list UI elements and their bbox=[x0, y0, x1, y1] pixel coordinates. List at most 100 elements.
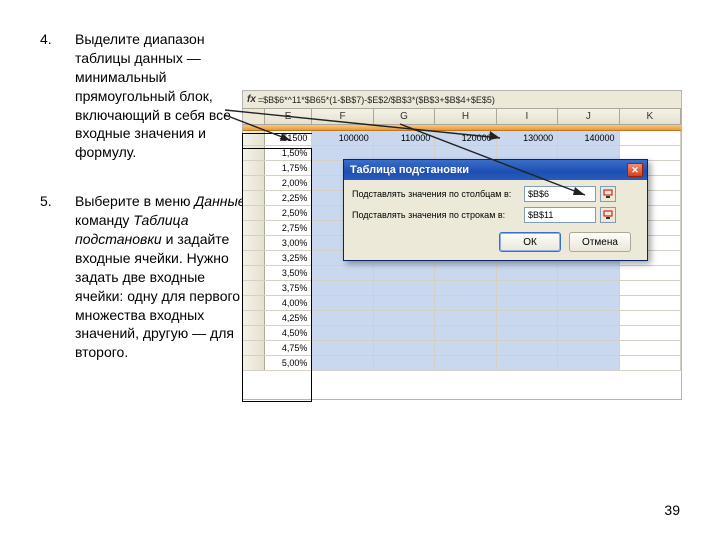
fx-icon[interactable]: fx bbox=[247, 94, 256, 105]
cell[interactable] bbox=[435, 266, 496, 280]
col-header-K[interactable]: K bbox=[620, 109, 681, 124]
instruction-4-text: Выделите диапазон таблицы данных — миним… bbox=[75, 30, 255, 162]
dialog-titlebar[interactable]: Таблица подстановки ✕ bbox=[344, 160, 647, 180]
label-rows: Подставлять значения по строкам в: bbox=[352, 210, 520, 220]
cell[interactable] bbox=[435, 296, 496, 310]
input-rows[interactable]: $B$11 bbox=[524, 207, 596, 223]
cell[interactable] bbox=[374, 356, 435, 370]
instruction-5: 5. Выберите в меню Данные команду Таблиц… bbox=[40, 192, 255, 362]
cell[interactable]: 3,50% bbox=[265, 266, 313, 280]
menu-name: Данные bbox=[194, 193, 245, 209]
cell[interactable] bbox=[620, 311, 681, 325]
instructions-block: 4. Выделите диапазон таблицы данных — ми… bbox=[40, 30, 255, 392]
range-picker-icon[interactable] bbox=[600, 186, 616, 202]
cell[interactable] bbox=[374, 311, 435, 325]
cell[interactable]: 5,00% bbox=[265, 356, 313, 370]
col-header-J[interactable]: J bbox=[558, 109, 619, 124]
cell[interactable] bbox=[312, 296, 373, 310]
cell[interactable]: 100000 bbox=[312, 131, 373, 145]
cell[interactable] bbox=[374, 146, 435, 160]
cell[interactable] bbox=[312, 281, 373, 295]
cell[interactable]: 2,00% bbox=[265, 176, 313, 190]
cell[interactable] bbox=[558, 341, 619, 355]
dialog-row-rows: Подставлять значения по строкам в: $B$11 bbox=[352, 207, 639, 223]
cell[interactable] bbox=[620, 281, 681, 295]
cell[interactable] bbox=[497, 266, 558, 280]
cell[interactable] bbox=[497, 341, 558, 355]
cell[interactable] bbox=[558, 281, 619, 295]
cell[interactable] bbox=[312, 311, 373, 325]
cell[interactable] bbox=[620, 356, 681, 370]
col-header-G[interactable]: G bbox=[374, 109, 435, 124]
cell[interactable]: 4,00% bbox=[265, 296, 313, 310]
cell[interactable] bbox=[620, 131, 681, 145]
cell[interactable]: 2,75% bbox=[265, 221, 313, 235]
cell[interactable]: 3,00% bbox=[265, 236, 313, 250]
cell[interactable]: 1,75% bbox=[265, 161, 313, 175]
cancel-button[interactable]: Отмена bbox=[569, 232, 631, 252]
cell[interactable] bbox=[620, 326, 681, 340]
cell[interactable] bbox=[497, 326, 558, 340]
col-header-H[interactable]: H bbox=[435, 109, 496, 124]
col-header-I[interactable]: I bbox=[497, 109, 558, 124]
cell[interactable]: 2,25% bbox=[265, 191, 313, 205]
cell[interactable]: 130000 bbox=[497, 131, 558, 145]
dialog-title-text: Таблица подстановки bbox=[350, 164, 469, 176]
cell[interactable] bbox=[374, 281, 435, 295]
dialog-buttons: ОК Отмена bbox=[352, 228, 639, 252]
cell[interactable] bbox=[435, 356, 496, 370]
cell[interactable]: 110000 bbox=[374, 131, 435, 145]
cell[interactable] bbox=[620, 296, 681, 310]
formula-bar[interactable]: fx =$B$6*^11*$B65*(1-$B$7)-$E$2/$B$3*($B… bbox=[243, 91, 681, 109]
ok-button[interactable]: ОК bbox=[499, 232, 561, 252]
cell[interactable] bbox=[435, 311, 496, 325]
col-header-F[interactable]: F bbox=[312, 109, 373, 124]
cell[interactable]: 120000 bbox=[435, 131, 496, 145]
cell[interactable] bbox=[374, 341, 435, 355]
cell[interactable] bbox=[558, 311, 619, 325]
cell[interactable] bbox=[558, 326, 619, 340]
cell[interactable] bbox=[312, 146, 373, 160]
cell[interactable] bbox=[312, 341, 373, 355]
cell[interactable] bbox=[374, 266, 435, 280]
range-picker-icon[interactable] bbox=[600, 207, 616, 223]
cell[interactable]: 2,50% bbox=[265, 206, 313, 220]
cell[interactable]: 4,25% bbox=[265, 311, 313, 325]
instruction-5-number: 5. bbox=[40, 192, 75, 362]
cell[interactable]: 140000 bbox=[558, 131, 619, 145]
excel-screenshot: fx =$B$6*^11*$B65*(1-$B$7)-$E$2/$B$3*($B… bbox=[242, 90, 682, 400]
cell[interactable] bbox=[435, 281, 496, 295]
cell[interactable] bbox=[497, 146, 558, 160]
cell[interactable] bbox=[620, 146, 681, 160]
cell[interactable] bbox=[435, 326, 496, 340]
cell[interactable] bbox=[558, 146, 619, 160]
cell[interactable] bbox=[312, 266, 373, 280]
close-icon[interactable]: ✕ bbox=[627, 163, 643, 177]
cell[interactable]: 1,50% bbox=[265, 146, 313, 160]
cell[interactable] bbox=[312, 356, 373, 370]
col-header-E[interactable]: E bbox=[265, 109, 313, 124]
cell[interactable]: 4,50% bbox=[265, 326, 313, 340]
dialog-table-substitution: Таблица подстановки ✕ Подставлять значен… bbox=[343, 159, 648, 261]
cell[interactable]: 3,25% bbox=[265, 251, 313, 265]
cell[interactable] bbox=[497, 356, 558, 370]
cell[interactable] bbox=[558, 296, 619, 310]
cell[interactable] bbox=[435, 146, 496, 160]
cell[interactable]: -51500 bbox=[265, 131, 313, 145]
cell[interactable]: 3,75% bbox=[265, 281, 313, 295]
cell[interactable] bbox=[497, 296, 558, 310]
cell[interactable] bbox=[497, 311, 558, 325]
corner-cell[interactable] bbox=[243, 109, 265, 124]
cell[interactable] bbox=[558, 356, 619, 370]
cell[interactable] bbox=[558, 266, 619, 280]
cell[interactable] bbox=[374, 326, 435, 340]
instruction-5-text: Выберите в меню Данные команду Таблица п… bbox=[75, 192, 255, 362]
cell[interactable] bbox=[620, 266, 681, 280]
cell[interactable] bbox=[497, 281, 558, 295]
input-columns[interactable]: $B$6 bbox=[524, 186, 596, 202]
cell[interactable] bbox=[620, 341, 681, 355]
cell[interactable] bbox=[374, 296, 435, 310]
cell[interactable]: 4,75% bbox=[265, 341, 313, 355]
cell[interactable] bbox=[312, 326, 373, 340]
cell[interactable] bbox=[435, 341, 496, 355]
